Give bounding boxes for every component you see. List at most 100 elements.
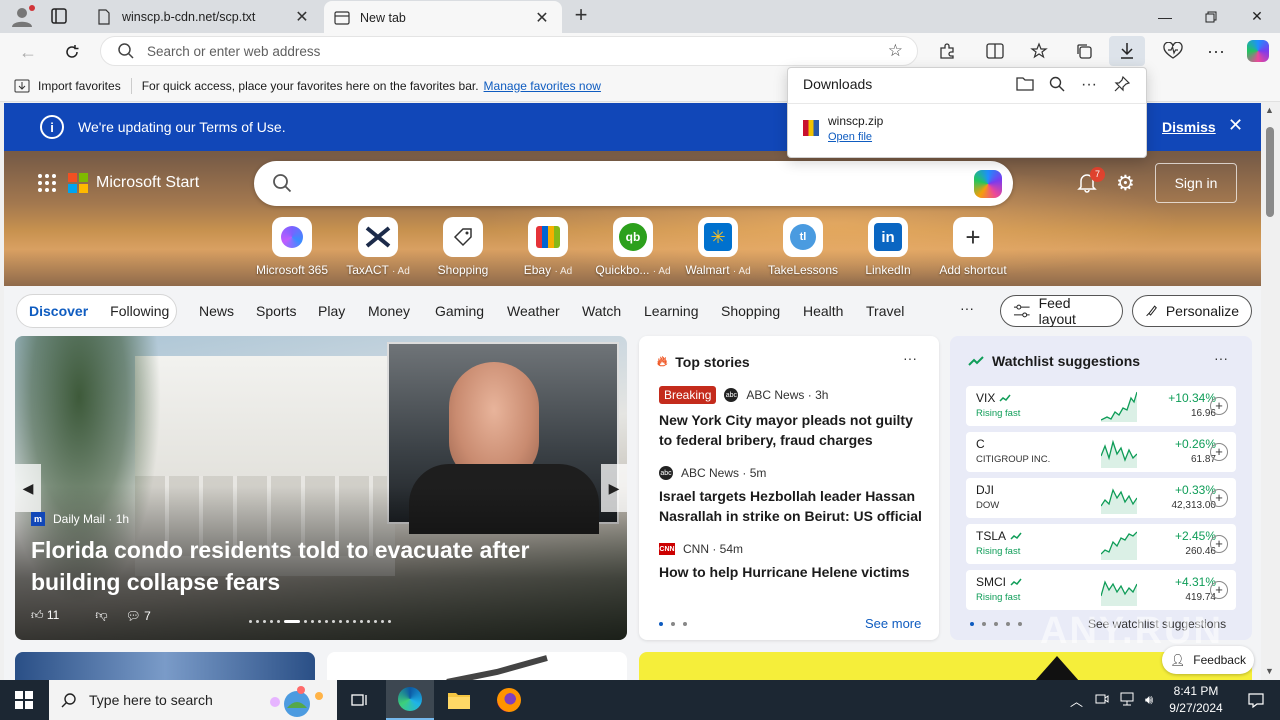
- shortcut-taxact[interactable]: TaxACT · Ad: [335, 217, 421, 277]
- tab-actions-button[interactable]: [48, 6, 70, 26]
- taskbar-search-box[interactable]: Type here to search: [49, 680, 337, 720]
- close-icon[interactable]: ✕: [1228, 115, 1243, 136]
- feed-layout-button[interactable]: Feed layout: [1000, 295, 1123, 327]
- more-options-icon[interactable]: ···: [1079, 76, 1099, 94]
- watchlist-row[interactable]: DJI DOW +0.33% 42,313.00 +: [966, 478, 1236, 518]
- shortcut-walmart[interactable]: ✳ Walmart · Ad: [675, 217, 761, 277]
- minimize-button[interactable]: —: [1142, 0, 1188, 33]
- more-options-icon[interactable]: ···: [903, 350, 917, 366]
- firefox-icon[interactable]: [485, 680, 533, 720]
- sign-in-button[interactable]: Sign in: [1155, 163, 1237, 203]
- pin-icon[interactable]: [1112, 75, 1132, 94]
- web-search-box[interactable]: [254, 161, 1013, 206]
- add-to-watchlist-button[interactable]: +: [1210, 443, 1228, 461]
- start-button[interactable]: [0, 680, 48, 720]
- more-options-icon[interactable]: ···: [1214, 350, 1228, 366]
- nav-travel[interactable]: Travel: [866, 303, 904, 319]
- manage-favorites-link[interactable]: Manage favorites now: [484, 79, 601, 93]
- add-to-watchlist-button[interactable]: +: [1210, 581, 1228, 599]
- folder-icon[interactable]: [1015, 76, 1035, 94]
- import-favorites-button[interactable]: Import favorites: [14, 79, 121, 93]
- task-view-icon[interactable]: [336, 680, 384, 720]
- app-launcher-icon[interactable]: [38, 174, 56, 192]
- nav-sports[interactable]: Sports: [256, 303, 296, 319]
- tab-discover[interactable]: Discover: [29, 303, 88, 319]
- new-tab-button[interactable]: +: [568, 4, 594, 28]
- scroll-up-icon[interactable]: ▲: [1265, 105, 1274, 115]
- close-tab-icon[interactable]: ✕: [532, 8, 552, 28]
- see-more-link[interactable]: See more: [865, 616, 921, 631]
- collections-icon[interactable]: [1071, 39, 1097, 63]
- nav-news[interactable]: News: [199, 303, 234, 319]
- story-headline[interactable]: Florida condo residents told to evacuate…: [31, 534, 591, 598]
- favorite-star-icon[interactable]: ☆: [888, 41, 903, 61]
- volume-icon[interactable]: 🔊︎: [1145, 692, 1153, 708]
- nav-shopping[interactable]: Shopping: [721, 303, 780, 319]
- add-shortcut-button[interactable]: + Add shortcut: [930, 217, 1016, 277]
- add-to-watchlist-button[interactable]: +: [1210, 397, 1228, 415]
- nav-watch[interactable]: Watch: [582, 303, 621, 319]
- carousel-prev-button[interactable]: ◀: [15, 464, 41, 512]
- downloads-button[interactable]: [1109, 36, 1145, 66]
- add-to-watchlist-button[interactable]: +: [1210, 489, 1228, 507]
- tab-new-tab[interactable]: New tab ✕: [324, 1, 562, 34]
- extensions-icon[interactable]: [934, 39, 960, 63]
- tab-winscp[interactable]: winscp.b-cdn.net/scp.txt ✕: [86, 0, 322, 33]
- dismiss-button[interactable]: Dismiss: [1162, 119, 1216, 135]
- close-tab-icon[interactable]: ✕: [292, 7, 312, 27]
- story-card-partial[interactable]: [15, 652, 315, 680]
- system-clock[interactable]: 8:41 PM 9/27/2024: [1160, 683, 1232, 717]
- nav-money[interactable]: Money: [368, 303, 410, 319]
- watchlist-row[interactable]: C CITIGROUP INC. +0.26% 61.87 +: [966, 432, 1236, 472]
- nav-more-icon[interactable]: ···: [960, 300, 974, 316]
- network-icon[interactable]: [1119, 692, 1135, 709]
- download-item[interactable]: winscp.zip Open file: [803, 114, 883, 143]
- scroll-down-icon[interactable]: ▼: [1265, 666, 1274, 676]
- comment-button[interactable]: 💬︎ 7: [126, 609, 169, 623]
- edge-taskbar-icon[interactable]: [386, 680, 434, 720]
- close-window-button[interactable]: ✕: [1234, 0, 1280, 33]
- personalize-button[interactable]: Personalize: [1132, 295, 1252, 327]
- browser-essentials-icon[interactable]: [1160, 39, 1186, 63]
- back-button[interactable]: ←: [14, 38, 42, 66]
- nav-learning[interactable]: Learning: [644, 303, 699, 319]
- ad-card-partial[interactable]: [639, 652, 1252, 680]
- settings-more-icon[interactable]: ···: [1203, 39, 1229, 63]
- address-bar[interactable]: Search or enter web address ☆: [100, 36, 918, 66]
- refresh-button[interactable]: [58, 38, 86, 66]
- notifications-button[interactable]: 7: [1076, 167, 1105, 197]
- search-icon[interactable]: [1047, 76, 1067, 94]
- restore-button[interactable]: [1188, 0, 1234, 33]
- page-scrollbar[interactable]: ▲ ▼: [1261, 103, 1280, 680]
- nav-health[interactable]: Health: [803, 303, 843, 319]
- story-card-partial[interactable]: [327, 652, 627, 680]
- nav-weather[interactable]: Weather: [507, 303, 560, 319]
- story-item[interactable]: CNN CNN · 54m How to help Hurricane Hele…: [659, 542, 929, 582]
- watchlist-row[interactable]: VIX Rising fast +10.34% 16.96 +: [966, 386, 1236, 426]
- shortcut-ebay[interactable]: Ebay · Ad: [505, 217, 591, 277]
- tab-following[interactable]: Following: [110, 303, 169, 319]
- story-item[interactable]: abc ABC News · 5m Israel targets Hezboll…: [659, 466, 929, 526]
- nav-play[interactable]: Play: [318, 303, 345, 319]
- scrollbar-thumb[interactable]: [1266, 127, 1274, 217]
- watchlist-row[interactable]: TSLA Rising fast +2.45% 260.46 +: [966, 524, 1236, 564]
- nav-gaming[interactable]: Gaming: [435, 303, 484, 319]
- notifications-icon[interactable]: [1232, 680, 1280, 720]
- copilot-icon[interactable]: [974, 170, 1002, 198]
- microsoft-start-logo[interactable]: Microsoft Start: [38, 173, 199, 193]
- profile-button[interactable]: [8, 4, 36, 28]
- shortcut-linkedin[interactable]: in LinkedIn: [845, 217, 931, 277]
- shortcut-quickbooks[interactable]: qb Quickbo... · Ad: [590, 217, 676, 277]
- open-file-link[interactable]: Open file: [828, 131, 883, 143]
- watchlist-row[interactable]: SMCI Rising fast +4.31% 419.74 +: [966, 570, 1236, 610]
- chevron-up-icon[interactable]: ︿: [1070, 691, 1083, 710]
- gear-icon[interactable]: ⚙: [1116, 171, 1135, 196]
- file-explorer-icon[interactable]: [435, 680, 483, 720]
- favorites-icon[interactable]: [1026, 39, 1052, 63]
- hero-story-card[interactable]: ◀ ▶ m Daily Mail · 1h Florida condo resi…: [15, 336, 627, 640]
- add-to-watchlist-button[interactable]: +: [1210, 535, 1228, 553]
- split-screen-icon[interactable]: [982, 39, 1008, 63]
- carousel-next-button[interactable]: ▶: [601, 464, 627, 512]
- story-item[interactable]: Breaking abc ABC News · 3h New York City…: [659, 386, 929, 450]
- shortcut-shopping[interactable]: Shopping: [420, 217, 506, 277]
